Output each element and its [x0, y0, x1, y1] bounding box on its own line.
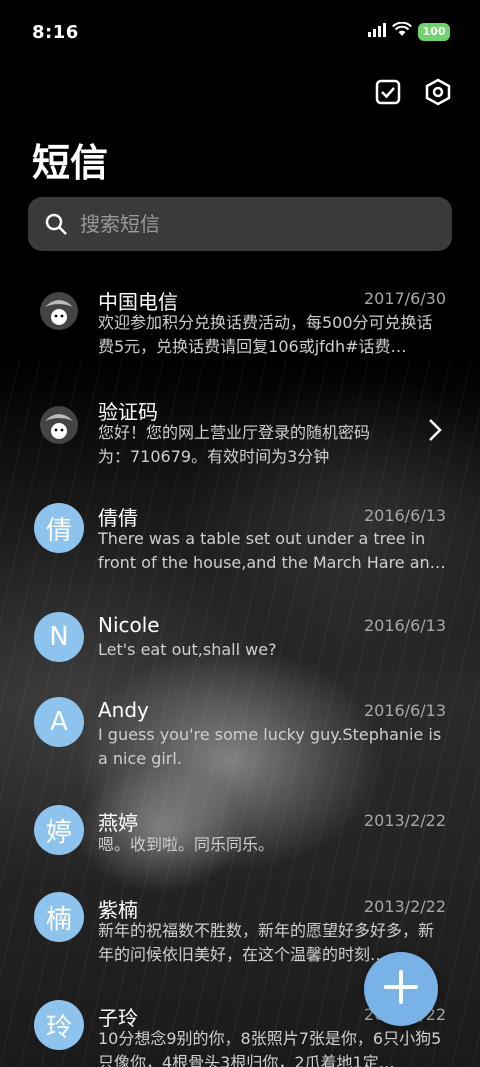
page-title: 短信	[32, 141, 109, 185]
message-row[interactable]: 中国电信 2017/6/30 欢迎参加积分兑换话费活动，每500分可兑换话费5元…	[0, 270, 480, 370]
message-preview: 10分想念9别的你，8张照片7张是你，6只小狗5只像你，4根骨头3根归你，2爪着…	[98, 1029, 442, 1067]
message-row[interactable]: 倩 倩倩 2016/6/13 There was a table set out…	[0, 498, 480, 598]
message-date: 2016/6/13	[363, 701, 446, 720]
search-input[interactable]	[78, 211, 422, 237]
contact-avatar: 玲	[34, 1000, 84, 1050]
plus-icon	[383, 969, 419, 1009]
contact-avatar: N	[34, 612, 84, 662]
battery-icon: 100	[418, 22, 450, 41]
message-preview: I guess you're some lucky guy.Stephanie …	[98, 725, 442, 768]
status-icons: 100	[368, 21, 450, 41]
contact-avatar: 楠	[34, 892, 84, 942]
chevron-right-icon[interactable]	[428, 418, 442, 446]
search-bar[interactable]	[28, 197, 452, 251]
message-preview: Let's eat out,shall we?	[98, 640, 277, 659]
header-toolbar	[374, 78, 452, 106]
message-row[interactable]: 婷 燕婷 2013/2/22 嗯。收到啦。同乐同乐。	[0, 805, 480, 875]
message-date: 2013/2/22	[363, 897, 446, 916]
system-avatar-icon	[34, 286, 84, 336]
message-preview: 欢迎参加积分兑换话费活动，每500分可兑换话费5元，兑换话费请回复106或jfd…	[98, 313, 433, 356]
status-time: 8:16	[32, 22, 79, 43]
settings-hex-icon[interactable]	[424, 78, 452, 106]
message-row[interactable]: N Nicole 2016/6/13 Let's eat out,shall w…	[0, 612, 480, 682]
message-date: 2016/6/13	[363, 506, 446, 525]
message-sender: 燕婷	[98, 811, 138, 835]
message-sender: Nicole	[98, 613, 160, 637]
contact-avatar: 婷	[34, 805, 84, 855]
message-preview: There was a table set out under a tree i…	[98, 529, 446, 572]
search-icon	[44, 212, 68, 236]
new-message-button[interactable]	[364, 952, 438, 1026]
signal-icon	[368, 22, 386, 41]
message-row[interactable]: 验证码 您好！您的网上营业厅登录的随机密码为：710679。有效时间为3分钟	[0, 380, 480, 480]
wifi-icon	[392, 21, 412, 41]
message-date: 2016/6/13	[363, 616, 446, 635]
contact-avatar: A	[34, 697, 84, 747]
checkbox-icon[interactable]	[374, 78, 402, 106]
message-row[interactable]: A Andy 2016/6/13 I guess you're some luc…	[0, 697, 480, 797]
message-preview: 您好！您的网上营业厅登录的随机密码为：710679。有效时间为3分钟	[98, 423, 371, 466]
system-avatar-icon	[34, 400, 84, 450]
message-date: 2017/6/30	[363, 289, 446, 308]
status-bar: 8:16 100	[0, 0, 480, 68]
contact-avatar: 倩	[34, 503, 84, 553]
message-sender: Andy	[98, 698, 149, 722]
message-date: 2013/2/22	[363, 811, 446, 830]
message-preview: 嗯。收到啦。同乐同乐。	[98, 835, 275, 854]
